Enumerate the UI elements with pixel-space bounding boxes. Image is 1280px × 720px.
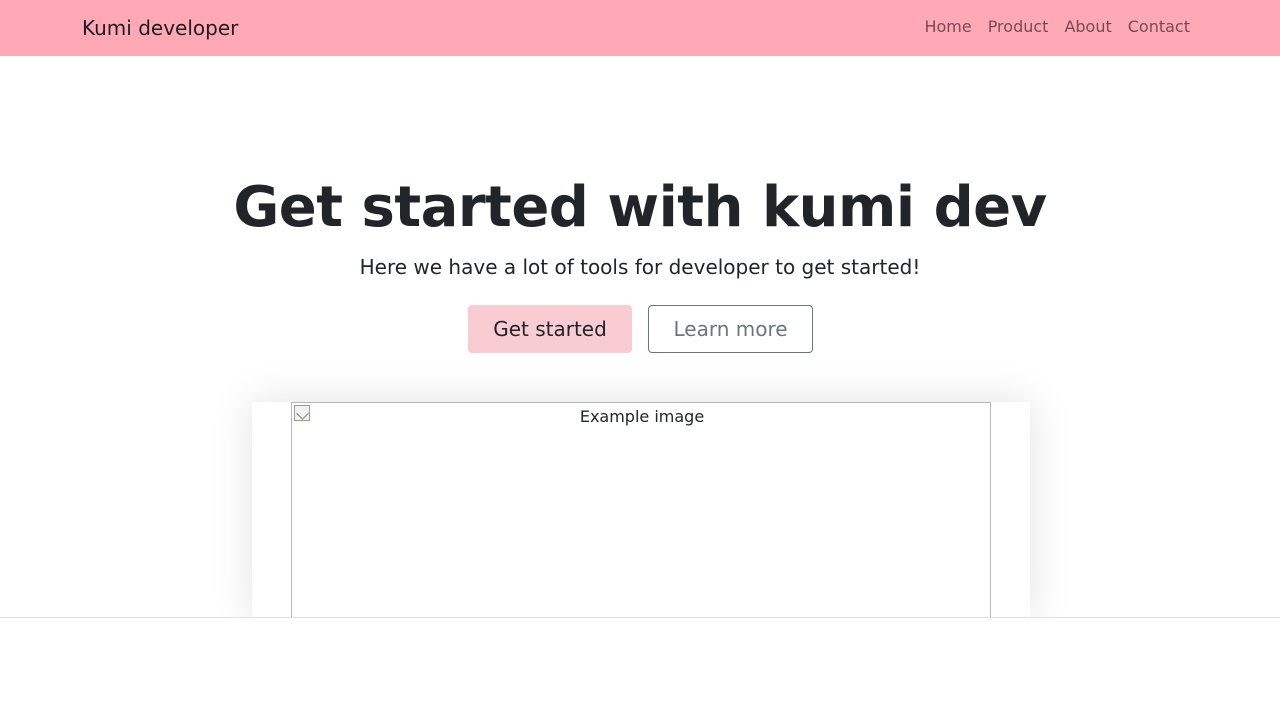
hero-lead: Here we have a lot of tools for develope… [359,255,921,279]
example-image: Example image [291,402,991,618]
navbar: Kumi developer Home Product About Contac… [0,0,1280,56]
nav-link-home[interactable]: Home [924,16,971,38]
nav-link-product[interactable]: Product [988,16,1049,38]
hero-title: Get started with kumi dev [233,175,1047,240]
nav-link-about[interactable]: About [1064,16,1111,38]
nav-link-contact[interactable]: Contact [1128,16,1190,38]
nav-links: Home Product About Contact [924,16,1190,38]
learn-more-button[interactable]: Learn more [648,305,813,353]
image-alt-text: Example image [579,407,705,426]
get-started-button[interactable]: Get started [468,305,632,353]
footer-area [0,618,1280,720]
brand-link[interactable]: Kumi developer [82,14,238,42]
